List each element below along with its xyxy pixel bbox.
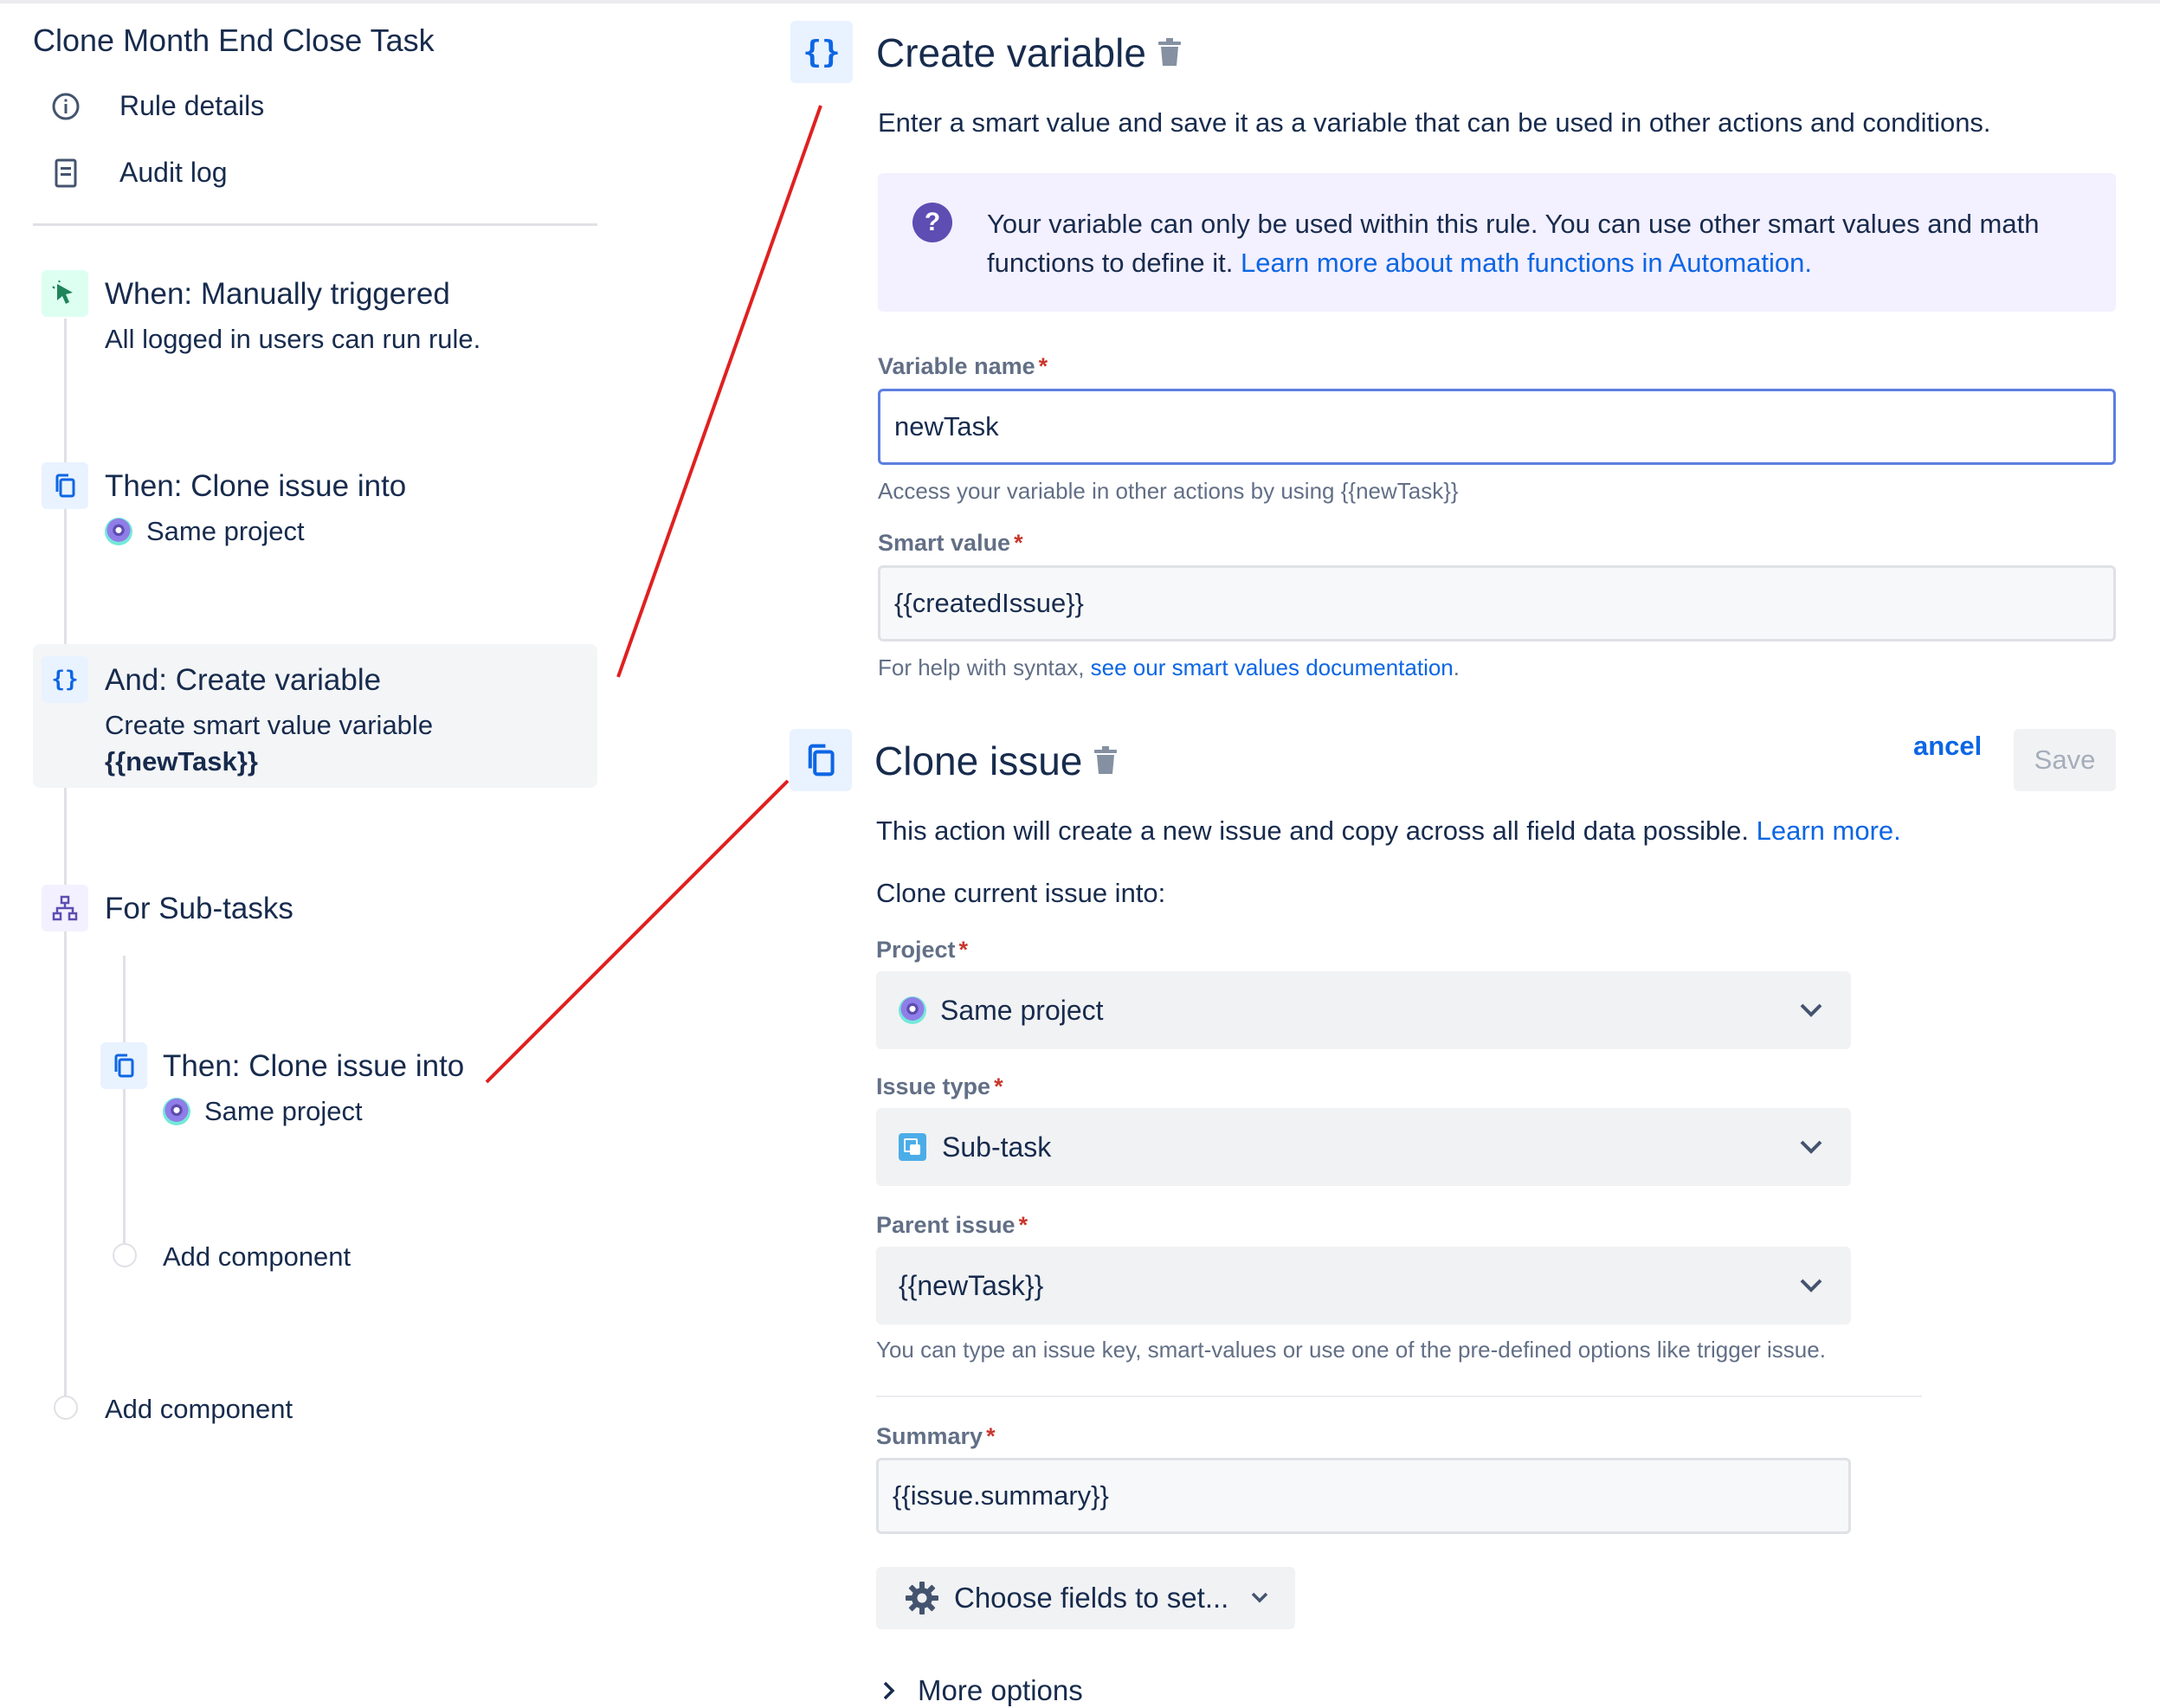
info-text: Your variable can only be used within th… xyxy=(987,204,2095,282)
project-select[interactable]: Same project xyxy=(876,971,1851,1049)
braces-icon: {} xyxy=(42,656,88,703)
trash-icon[interactable] xyxy=(1093,746,1119,776)
project-select-value: Same project xyxy=(940,994,1104,1026)
chevron-down-icon xyxy=(1800,1003,1822,1017)
choose-fields-button[interactable]: Choose fields to set... xyxy=(876,1567,1295,1629)
rule-title: Clone Month End Close Task xyxy=(33,23,435,58)
math-functions-link[interactable]: Learn more about math functions in Autom… xyxy=(1241,248,1812,278)
add-component-inner[interactable]: Add component xyxy=(163,1241,351,1273)
trigger-subtitle: All logged in users can run rule. xyxy=(105,324,481,354)
project-label: Project * xyxy=(876,937,969,963)
chevron-down-icon xyxy=(1800,1279,1822,1292)
trash-icon[interactable] xyxy=(1157,38,1183,68)
smart-value-label: Smart value * xyxy=(878,530,1023,556)
more-options-toggle[interactable]: More options xyxy=(883,1674,1083,1707)
smart-values-docs-link[interactable]: see our smart values documentation xyxy=(1091,654,1454,680)
clone1-project: Same project xyxy=(105,516,305,547)
connector-line-clone-issue xyxy=(485,779,790,1084)
project-avatar xyxy=(105,518,132,545)
parent-issue-select[interactable]: {{newTask}} xyxy=(876,1247,1851,1325)
nav-rule-details[interactable]: Rule details xyxy=(48,90,264,122)
nav-audit-log-label: Audit log xyxy=(119,157,228,188)
clone-issue-heading: Clone issue xyxy=(874,738,1083,783)
issue-type-select-value: Sub-task xyxy=(942,1131,1052,1163)
gear-icon xyxy=(906,1582,938,1615)
clone-into-label: Clone current issue into: xyxy=(876,878,1166,908)
chevron-down-icon xyxy=(1800,1140,1822,1154)
divider xyxy=(33,223,597,226)
clone2-title[interactable]: Then: Clone issue into xyxy=(163,1049,464,1084)
chevron-right-icon xyxy=(883,1681,895,1700)
more-options-label: More options xyxy=(918,1674,1083,1706)
save-button[interactable]: Save xyxy=(2014,729,2116,791)
info-panel: ? Your variable can only be used within … xyxy=(878,173,2116,312)
subtask-icon xyxy=(899,1133,926,1161)
create-variable-name: {{newTask}} xyxy=(105,746,258,777)
clone1-title[interactable]: Then: Clone issue into xyxy=(105,469,406,504)
summary-label: Summary * xyxy=(876,1423,996,1449)
issue-type-label: Issue type * xyxy=(876,1073,1003,1099)
clone-issue-description: This action will create a new issue and … xyxy=(876,815,1901,846)
add-component-node-outer[interactable] xyxy=(54,1395,78,1420)
braces-icon: {} xyxy=(790,21,853,83)
clone1-project-label: Same project xyxy=(146,516,305,546)
copy-icon xyxy=(42,462,88,509)
branch-timeline-line xyxy=(123,956,126,1250)
connector-line-create-variable xyxy=(616,105,822,678)
cursor-click-icon xyxy=(42,270,88,317)
smart-value-value: {{createdIssue}} xyxy=(894,588,1084,618)
parent-issue-select-value: {{newTask}} xyxy=(899,1269,1044,1301)
nav-rule-details-label: Rule details xyxy=(119,90,265,121)
add-component-outer[interactable]: Add component xyxy=(105,1394,293,1425)
create-variable-heading: Create variable xyxy=(876,30,1146,75)
info-icon xyxy=(48,92,83,121)
trigger-title[interactable]: When: Manually triggered xyxy=(105,277,450,312)
branch-title[interactable]: For Sub-tasks xyxy=(105,892,293,926)
add-component-node-inner[interactable] xyxy=(113,1243,137,1267)
chevron-down-icon xyxy=(1252,1592,1268,1603)
divider xyxy=(876,1395,1922,1397)
variable-name-label: Variable name * xyxy=(878,353,1048,379)
create-variable-description: Enter a smart value and save it as a var… xyxy=(878,107,1991,138)
copy-icon xyxy=(100,1042,147,1089)
parent-issue-label: Parent issue * xyxy=(876,1212,1028,1238)
clone2-project-label: Same project xyxy=(204,1096,363,1126)
project-avatar xyxy=(899,996,926,1024)
smart-value-input[interactable]: {{createdIssue}} xyxy=(878,565,2116,641)
question-icon: ? xyxy=(912,203,952,242)
branch-icon xyxy=(42,885,88,931)
top-border xyxy=(0,0,2160,3)
cancel-button[interactable]: ancel xyxy=(1913,731,1982,762)
nav-audit-log[interactable]: Audit log xyxy=(48,157,228,189)
project-avatar xyxy=(163,1098,190,1125)
choose-fields-label: Choose fields to set... xyxy=(954,1582,1229,1614)
variable-name-help: Access your variable in other actions by… xyxy=(878,478,1459,504)
learn-more-link[interactable]: Learn more. xyxy=(1757,815,1901,846)
smart-value-help: For help with syntax, see our smart valu… xyxy=(878,654,1460,680)
create-variable-subtitle: Create smart value variable xyxy=(105,710,434,740)
issue-type-select[interactable]: Sub-task xyxy=(876,1108,1851,1186)
variable-name-input[interactable]: newTask xyxy=(878,389,2116,465)
parent-issue-help: You can type an issue key, smart-values … xyxy=(876,1337,1826,1363)
variable-name-value: newTask xyxy=(894,411,999,442)
summary-value: {{issue.summary}} xyxy=(893,1480,1109,1511)
summary-input[interactable]: {{issue.summary}} xyxy=(876,1458,1851,1534)
document-icon xyxy=(48,158,83,188)
clone2-project: Same project xyxy=(163,1096,363,1127)
create-variable-title[interactable]: And: Create variable xyxy=(105,663,381,698)
copy-icon xyxy=(790,729,852,791)
